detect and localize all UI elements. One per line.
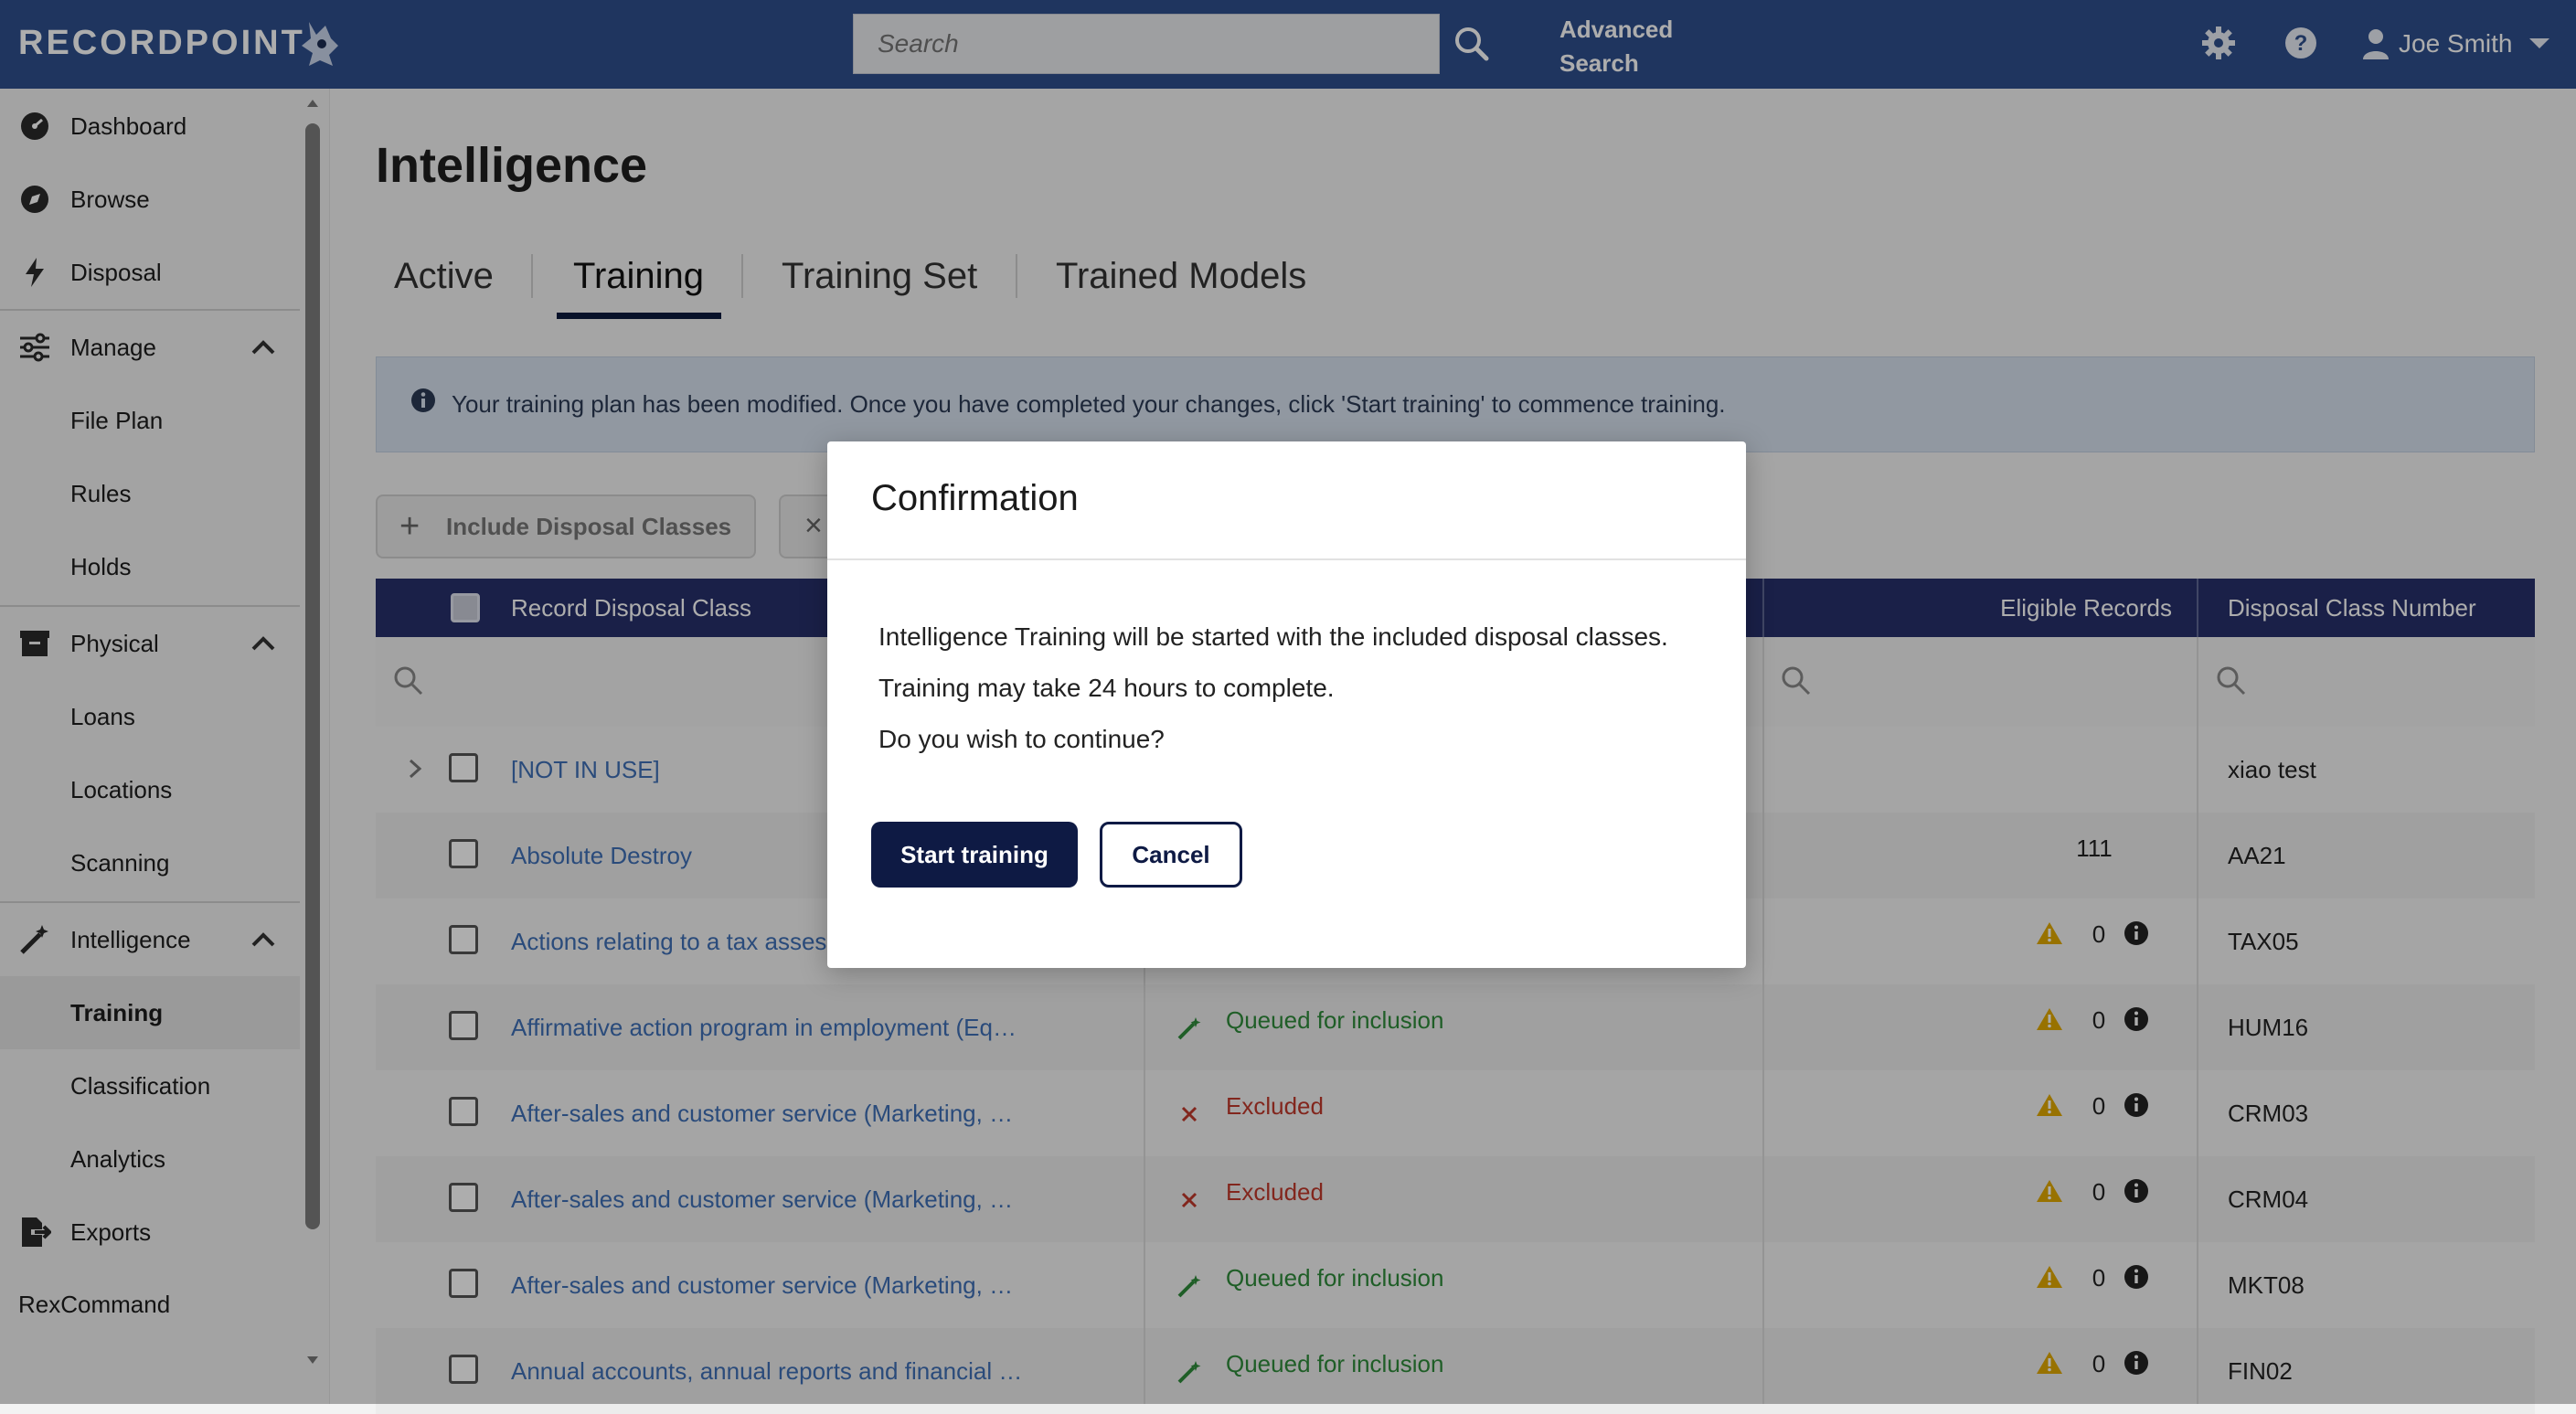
cancel-button[interactable]: Cancel bbox=[1100, 822, 1242, 888]
dialog-message-line: Do you wish to continue? bbox=[878, 725, 1165, 753]
confirmation-dialog: Confirmation Intelligence Training will … bbox=[827, 441, 1746, 968]
dialog-message-line: Intelligence Training will be started wi… bbox=[878, 622, 1668, 651]
dialog-message-line: Training may take 24 hours to complete. bbox=[878, 674, 1335, 702]
start-training-button[interactable]: Start training bbox=[871, 822, 1078, 888]
dialog-divider bbox=[827, 558, 1746, 560]
dialog-title: Confirmation bbox=[871, 478, 1079, 518]
